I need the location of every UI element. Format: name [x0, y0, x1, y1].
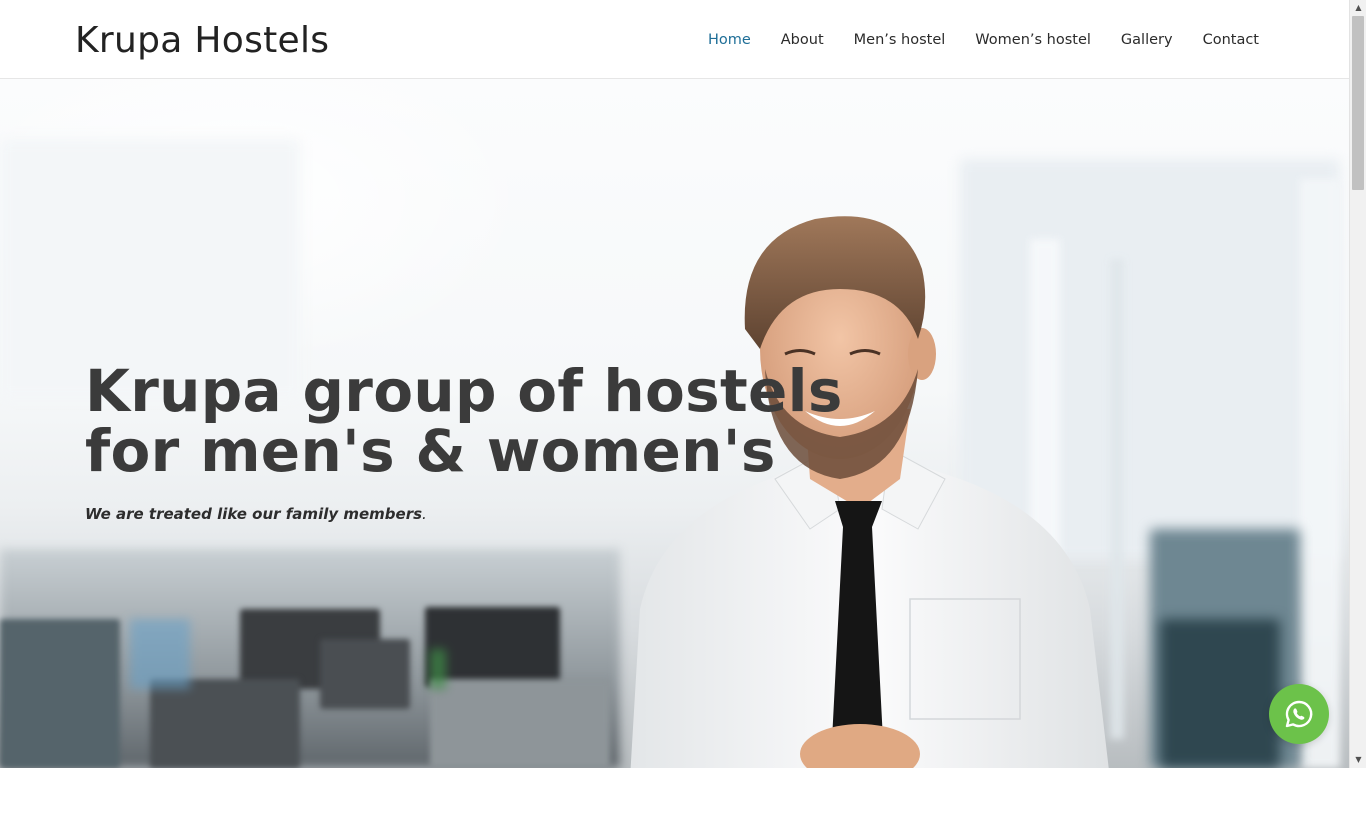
hero-heading: Krupa group of hostels for men's & women…	[85, 357, 843, 485]
nav-mens-hostel[interactable]: Men’s hostel	[854, 29, 946, 51]
main-nav: Home About Men’s hostel Women’s hostel G…	[708, 29, 1259, 51]
page: Krupa Hostels Home About Men’s hostel Wo…	[0, 0, 1349, 768]
hero-subtitle-text: We are treated like our family members	[85, 505, 423, 523]
hero-subtitle: We are treated like our family members.	[85, 505, 427, 523]
hero-subtitle-period: .	[422, 505, 427, 523]
nav-gallery[interactable]: Gallery	[1121, 29, 1173, 51]
page-bottom-area	[0, 768, 1366, 816]
whatsapp-icon	[1285, 700, 1313, 728]
vertical-scrollbar[interactable]: ▲ ▼	[1349, 0, 1366, 768]
scroll-up-arrow-icon[interactable]: ▲	[1350, 0, 1366, 16]
site-logo-text[interactable]: Krupa Hostels	[75, 18, 329, 64]
nav-womens-hostel[interactable]: Women’s hostel	[975, 29, 1091, 51]
scrollbar-thumb[interactable]	[1352, 16, 1364, 190]
nav-contact[interactable]: Contact	[1203, 29, 1259, 51]
browser-viewport: Krupa Hostels Home About Men’s hostel Wo…	[0, 0, 1366, 768]
scroll-down-arrow-icon[interactable]: ▼	[1350, 752, 1366, 768]
nav-home[interactable]: Home	[708, 29, 751, 51]
site-header: Krupa Hostels Home About Men’s hostel Wo…	[0, 0, 1349, 79]
hero-section: Krupa group of hostels for men's & women…	[0, 79, 1349, 768]
nav-about[interactable]: About	[781, 29, 824, 51]
whatsapp-chat-button[interactable]	[1269, 684, 1329, 744]
